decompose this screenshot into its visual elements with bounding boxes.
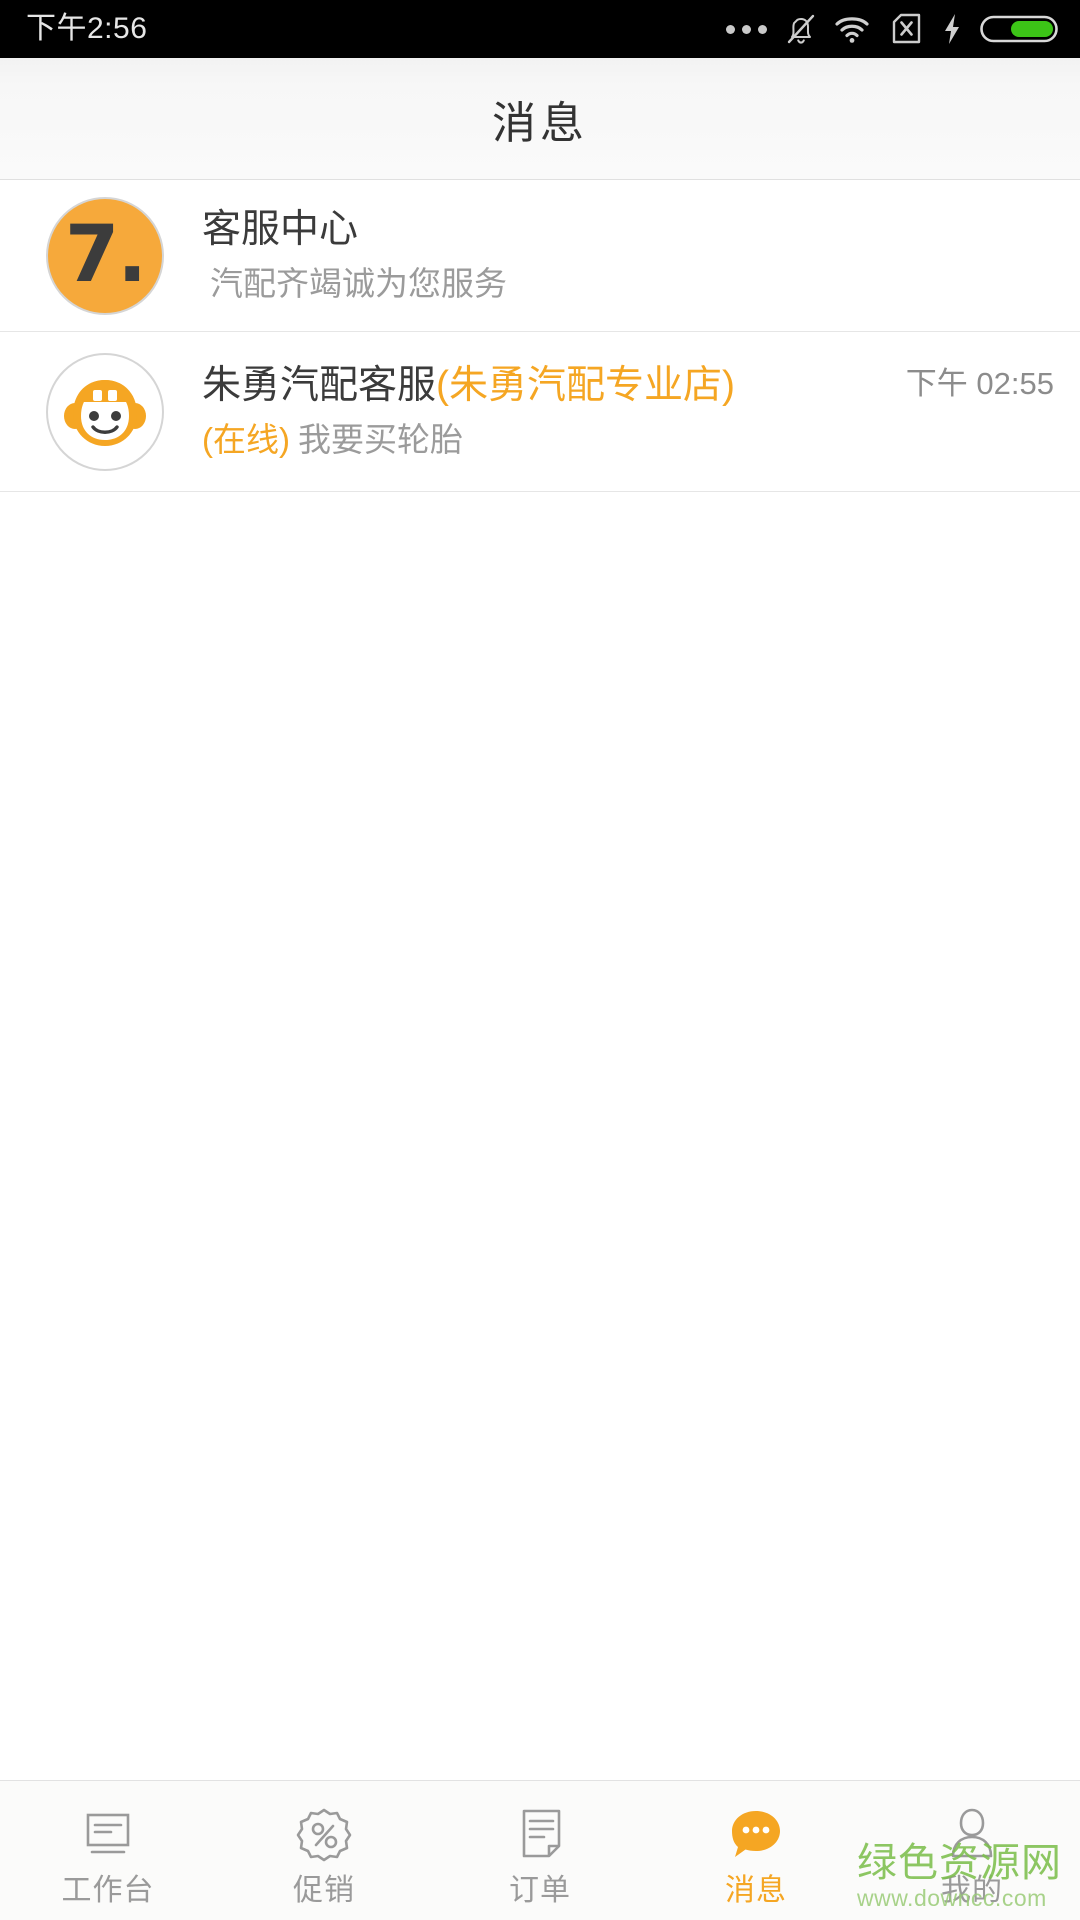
sim-no-card-icon <box>892 13 921 44</box>
avatar <box>46 352 164 471</box>
tab-workbench[interactable]: 工作台 <box>0 1781 216 1920</box>
message-list: 7. 客服中心 汽配齐竭诚为您服务 朱勇汽配客服 (朱勇汽配专业店) (在线) … <box>0 180 1080 1780</box>
more-dots-icon <box>726 24 767 34</box>
tab-label: 促销 <box>293 1873 355 1907</box>
discount-badge-icon <box>293 1802 355 1868</box>
list-item-preview-row: 汽配齐竭诚为您服务 <box>202 264 1038 302</box>
page-title: 消息 <box>492 98 588 148</box>
avatar: 7. <box>46 196 164 315</box>
tab-label: 消息 <box>725 1873 787 1907</box>
list-item[interactable]: 朱勇汽配客服 (朱勇汽配专业店) (在线) 我要买轮胎 下午 02:55 <box>0 332 1080 492</box>
tab-messages[interactable]: 消息 <box>648 1781 864 1920</box>
tab-label: 工作台 <box>61 1873 155 1907</box>
avatar-logo-text: 7. <box>65 209 147 300</box>
agent-face-icon <box>64 379 146 446</box>
status-bar-icons <box>726 11 1058 47</box>
list-item[interactable]: 7. 客服中心 汽配齐竭诚为您服务 <box>0 180 1080 332</box>
charging-bolt-icon <box>945 14 959 44</box>
list-item-title: 客服中心 <box>202 207 359 251</box>
online-status-tag: (在线) <box>202 420 290 458</box>
tab-profile[interactable]: 我的 <box>864 1781 1080 1920</box>
tab-label: 订单 <box>509 1873 571 1907</box>
order-document-icon <box>509 1802 571 1868</box>
seven-logo-avatar: 7. <box>46 196 164 315</box>
status-bar-time: 下午2:56 <box>26 12 148 45</box>
bell-muted-icon <box>787 14 815 44</box>
list-item-title: 朱勇汽配客服 <box>202 363 437 407</box>
workbench-icon <box>77 1802 139 1868</box>
list-empty-area <box>0 492 1080 1780</box>
list-item-time: 下午 02:55 <box>905 366 1054 401</box>
page-header: 消息 <box>0 58 1080 180</box>
tab-label: 我的 <box>941 1873 1003 1907</box>
list-item-text: 朱勇汽配客服 (朱勇汽配专业店) (在线) 我要买轮胎 <box>202 363 890 458</box>
list-item-preview: 我要买轮胎 <box>297 420 463 458</box>
battery-icon <box>980 15 1058 43</box>
tab-promotion[interactable]: 促销 <box>216 1781 432 1920</box>
bottom-tab-bar: 工作台 促销 订单 消息 我的 绿色资源网 www.downcc.com <box>0 1780 1080 1920</box>
list-item-title-row: 朱勇汽配客服 (朱勇汽配专业店) <box>202 363 890 407</box>
tab-orders[interactable]: 订单 <box>432 1781 648 1920</box>
person-icon <box>941 1802 1003 1868</box>
app-root: 下午2:56 消息 7. 客服中心 汽配齐竭诚为您服务 朱勇汽配客服 (朱勇汽配… <box>0 0 1080 1920</box>
list-item-preview: 汽配齐竭诚为您服务 <box>210 264 507 302</box>
list-item-title-row: 客服中心 <box>202 207 1038 251</box>
support-agent-face-avatar <box>46 352 164 471</box>
list-item-text: 客服中心 汽配齐竭诚为您服务 <box>202 207 1038 302</box>
list-item-preview-row: (在线) 我要买轮胎 <box>202 420 890 458</box>
chat-bubble-icon <box>725 1802 787 1868</box>
wifi-icon <box>835 17 869 43</box>
status-bar: 下午2:56 <box>0 0 1080 58</box>
list-item-shop: (朱勇汽配专业店) <box>436 363 735 407</box>
